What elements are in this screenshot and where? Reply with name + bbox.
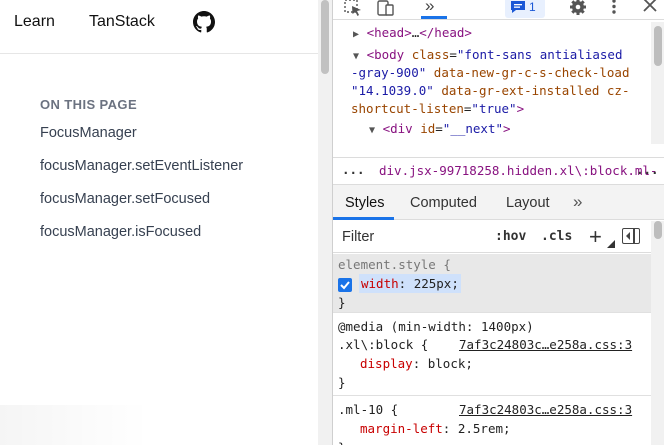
rule-selector[interactable]: .ml-10 { (338, 400, 398, 419)
collapse-arrow-icon[interactable]: ▼ (353, 51, 359, 62)
property-value[interactable]: block; (428, 356, 473, 371)
devtools-panel: » 1 ▶ <head>…</head> ▼ <body class="font… (332, 0, 664, 445)
element-breadcrumb: ... div.jsx-99718258.hidden.xl\:block.ml… (333, 157, 664, 185)
media-query: @media (min-width: 1400px) (338, 319, 534, 334)
page-scrollbar-thumb[interactable] (321, 0, 329, 74)
dom-node-body-continued: "14.1039.0" data-gr-ext-installed cz- (351, 82, 629, 100)
dom-tree-scrollbar[interactable] (651, 22, 664, 144)
style-rule-element: element.style { width: 225px; } (333, 254, 651, 313)
toc-link[interactable]: focusManager.isFocused (40, 224, 201, 240)
new-style-rule-button[interactable]: + (589, 224, 602, 250)
dom-node-body[interactable]: ▼ <body class="font-sans antialiased (353, 46, 622, 66)
github-icon[interactable] (193, 11, 215, 33)
devtools-toolbar: » 1 (333, 0, 664, 20)
docs-page: Learn TanStack ON THIS PAGE FocusManager… (0, 0, 318, 445)
device-toolbar-icon[interactable] (375, 0, 397, 18)
property-declaration[interactable]: width: 225px; (359, 274, 461, 293)
property-value[interactable]: 225px; (414, 276, 459, 291)
breadcrumb-item-selected[interactable]: div.jsx-99718258.hidden.xl\:block.ml- (379, 163, 657, 178)
styles-scrollbar[interactable] (651, 221, 664, 445)
tag-name: <div (382, 121, 413, 136)
elements-dom-tree[interactable]: ▶ <head>…</head> ▼ <body class="font-san… (333, 22, 651, 144)
tab-styles[interactable]: Styles (345, 195, 385, 211)
property-checkbox[interactable] (338, 278, 352, 292)
active-panel-indicator (421, 16, 447, 19)
attr-value: "14.1039.0" (351, 83, 434, 98)
rule-close-brace: } (338, 438, 346, 445)
tag-name: > (503, 121, 511, 136)
top-nav: Learn TanStack (0, 0, 318, 54)
tag-name: <head> (366, 25, 412, 40)
active-tab-indicator (333, 217, 394, 220)
dom-node-body-continued: shortcut-listen="true"> (351, 101, 525, 116)
collapse-arrow-icon[interactable]: ▼ (369, 125, 375, 136)
toc-link[interactable]: FocusManager (40, 125, 137, 141)
new-rule-caret-icon (607, 240, 615, 248)
close-icon[interactable] (639, 0, 661, 18)
tab-layout[interactable]: Layout (506, 195, 550, 211)
more-panels-button[interactable]: » (425, 0, 447, 16)
attr-name: data-new-gr-c-s-check-load (433, 65, 630, 80)
rule-selector[interactable]: .xl\:block { (338, 335, 428, 354)
attr-name: data-gr-ext-installed (441, 83, 600, 98)
property-name[interactable]: width (361, 276, 399, 291)
rule-selector: element.style { (338, 257, 451, 272)
style-rule-xl-block: @media (min-width: 1400px) .xl\:block { … (333, 314, 651, 396)
attr-value: "true" (471, 101, 517, 116)
toc-link[interactable]: focusManager.setEventListener (40, 158, 243, 174)
property-name[interactable]: margin-left (360, 421, 443, 436)
page-scrollbar[interactable] (318, 0, 332, 445)
sidebar-panel-tabs: Styles Computed Layout » (333, 185, 664, 220)
tag-name: > (516, 101, 525, 116)
breadcrumb-scroll-left[interactable]: ... (342, 162, 365, 177)
attr-name: class (411, 47, 450, 62)
hover-state-toggle[interactable]: :hov (495, 229, 526, 244)
breadcrumb-scroll-right[interactable]: ... (636, 162, 659, 177)
issues-count: 1 (529, 0, 536, 14)
styles-scrollbar-thumb[interactable] (654, 221, 662, 239)
nav-link-tanstack[interactable]: TanStack (89, 13, 155, 31)
attr-value: "font-sans antialiased (456, 47, 623, 62)
more-tabs-button[interactable]: » (573, 192, 582, 212)
styles-filter-input[interactable] (337, 225, 483, 249)
stylesheet-source-link[interactable]: 7af3c24803c…e258a.css:3 (459, 400, 632, 419)
toc-heading: ON THIS PAGE (40, 97, 138, 112)
kebab-menu-icon[interactable] (603, 0, 625, 18)
stylesheet-source-link[interactable]: 7af3c24803c…e258a.css:3 (459, 335, 632, 354)
dom-tree-scrollbar-thumb[interactable] (654, 26, 662, 66)
dom-node-head[interactable]: ▶ <head>…</head> (353, 24, 472, 44)
rule-close-brace: } (338, 295, 346, 310)
attr-name: id (420, 121, 436, 136)
tag-name: </head> (419, 25, 472, 40)
nav-link-learn[interactable]: Learn (14, 13, 55, 31)
class-toggle[interactable]: .cls (541, 229, 572, 244)
property-value[interactable]: 2.5rem; (458, 421, 511, 436)
attr-name: shortcut-listen (351, 101, 464, 116)
attr-value: "__next" (442, 121, 504, 136)
decorative-shadow (0, 405, 150, 445)
property-name[interactable]: display (360, 356, 413, 371)
attr-name: cz- (606, 83, 630, 98)
toc-link[interactable]: focusManager.setFocused (40, 191, 210, 207)
toggle-computed-sidebar-icon[interactable] (622, 228, 640, 244)
property-declaration[interactable]: margin-left: 2.5rem; (360, 419, 511, 438)
style-rule-ml-10: .ml-10 { 7af3c24803c…e258a.css:3 margin-… (333, 397, 651, 445)
settings-gear-icon[interactable] (567, 0, 589, 18)
expand-arrow-icon[interactable]: ▶ (353, 29, 359, 40)
styles-pane: element.style { width: 225px; } @media (… (333, 254, 651, 445)
property-declaration[interactable]: display: block; (360, 354, 473, 373)
rule-close-brace: } (338, 375, 346, 390)
dom-node-div-next[interactable]: ▼ <div id="__next"> (369, 120, 511, 140)
inspect-element-icon[interactable] (343, 0, 365, 18)
dom-node-body-continued: -gray-900" data-new-gr-c-s-check-load (351, 64, 629, 82)
tag-name: <body (366, 47, 405, 62)
attr-value: -gray-900" (351, 65, 427, 80)
tab-computed[interactable]: Computed (410, 195, 477, 211)
issues-badge[interactable]: 1 (505, 0, 545, 18)
styles-filter-bar: :hov .cls + (333, 221, 651, 253)
